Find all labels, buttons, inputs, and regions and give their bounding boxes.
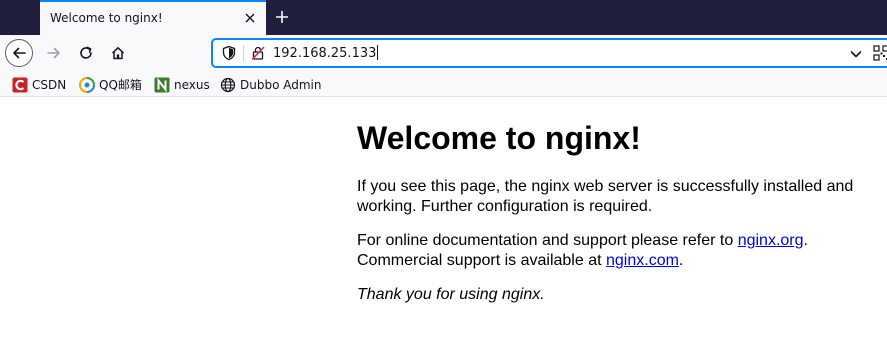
- intro-paragraph: If you see this page, the nginx web serv…: [357, 178, 854, 215]
- home-button[interactable]: [104, 39, 132, 67]
- page-content: Welcome to nginx! If you see this page, …: [357, 97, 877, 305]
- tab-active[interactable]: Welcome to nginx!: [40, 0, 266, 35]
- tab-strip: Welcome to nginx!: [0, 0, 887, 35]
- bookmark-dubbo-admin[interactable]: Dubbo Admin: [220, 76, 321, 93]
- bookmark-label: CSDN: [32, 77, 67, 92]
- period-text: .: [678, 252, 684, 269]
- bookmark-nexus[interactable]: nexus: [154, 76, 210, 93]
- nginx-org-link[interactable]: nginx.org: [738, 232, 804, 249]
- nav-bar: 192.168.25.133: [0, 35, 887, 72]
- url-text[interactable]: 192.168.25.133: [273, 45, 379, 61]
- bookmark-label: nexus: [174, 77, 210, 92]
- url-separator: [243, 45, 244, 61]
- insecure-lock-icon[interactable]: [250, 45, 266, 61]
- reload-icon: [80, 46, 92, 59]
- qq-mail-icon: [79, 76, 95, 93]
- tab-title: Welcome to nginx!: [50, 11, 163, 25]
- csdn-icon: [12, 77, 28, 92]
- shield-icon[interactable]: [221, 45, 237, 61]
- forward-button[interactable]: [40, 39, 68, 67]
- nginx-com-link[interactable]: nginx.com: [606, 252, 679, 269]
- bookmark-qq-mail[interactable]: QQ邮箱: [79, 76, 142, 93]
- new-tab-button[interactable]: [270, 5, 294, 29]
- chevron-down-icon[interactable]: [849, 46, 863, 60]
- thanks-paragraph: Thank you for using nginx.: [357, 286, 545, 303]
- back-button[interactable]: [5, 39, 33, 67]
- home-icon: [111, 47, 125, 60]
- globe-icon: [220, 77, 236, 92]
- bookmark-label: QQ邮箱: [99, 78, 142, 92]
- nexus-icon: [154, 77, 170, 92]
- reload-button[interactable]: [72, 39, 100, 67]
- commercial-text: Commercial support is available at: [357, 252, 606, 269]
- bookmark-label: Dubbo Admin: [240, 77, 322, 92]
- url-bar[interactable]: 192.168.25.133: [212, 39, 887, 67]
- support-text: For online documentation and support ple…: [357, 232, 738, 249]
- tab-close-icon[interactable]: [240, 8, 260, 28]
- period-text: .: [803, 232, 808, 249]
- plus-icon: [276, 11, 288, 23]
- arrow-left-icon: [13, 47, 26, 59]
- page-heading: Welcome to nginx!: [357, 120, 641, 156]
- bookmark-csdn[interactable]: CSDN: [12, 76, 66, 93]
- bookmarks-toolbar: CSDN QQ邮箱 nexus Dubbo Admin: [0, 72, 887, 97]
- qr-code-icon[interactable]: [873, 45, 887, 61]
- support-paragraph: For online documentation and support ple…: [357, 231, 877, 271]
- arrow-right-icon: [47, 47, 60, 59]
